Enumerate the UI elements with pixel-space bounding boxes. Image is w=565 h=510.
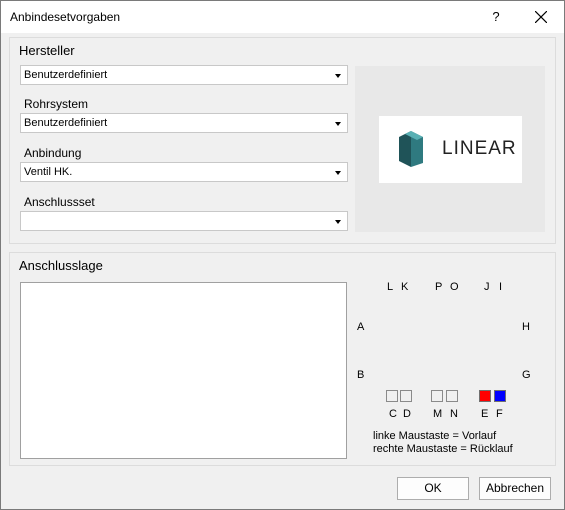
close-button[interactable] [527, 5, 555, 29]
position-label-n: N [450, 408, 458, 420]
chevron-down-icon [335, 74, 341, 78]
chevron-down-icon [335, 122, 341, 126]
position-label-f: F [496, 408, 503, 420]
rohrsystem-combo[interactable]: Benutzerdefiniert [20, 113, 348, 133]
connection-preview-area[interactable] [20, 282, 347, 459]
position-label-b: B [357, 369, 365, 381]
hint-left-mouse: linke Maustaste = Vorlauf [373, 430, 497, 442]
anbindung-combo[interactable]: Ventil HK. [20, 162, 348, 182]
position-label-o: O [450, 281, 459, 293]
position-label-l: L [387, 281, 394, 293]
dialog-window: Anbindesetvorgaben ? Hersteller Benutzer… [0, 0, 565, 510]
rohrsystem-value: Benutzerdefiniert [24, 117, 108, 129]
ok-button[interactable]: OK [397, 477, 469, 500]
dialog-body: Hersteller Benutzerdefiniert Rohrsystem … [1, 33, 564, 509]
close-icon [535, 11, 547, 23]
dialog-title: Anbindesetvorgaben [10, 10, 121, 24]
position-checkbox-d[interactable] [400, 390, 412, 402]
chevron-down-icon [335, 171, 341, 175]
position-label-j: J [484, 281, 490, 293]
position-label-k: K [401, 281, 409, 293]
position-label-p: P [435, 281, 443, 293]
position-checkbox-c[interactable] [386, 390, 398, 402]
position-label-h: H [522, 321, 530, 333]
anschlusslage-group-title: Anschlusslage [19, 258, 103, 273]
chevron-down-icon [335, 220, 341, 224]
logo-text: LINEAR [442, 138, 517, 159]
hersteller-group: Hersteller Benutzerdefiniert Rohrsystem … [9, 37, 556, 244]
linear-logo-icon [399, 131, 423, 167]
position-label-i: I [499, 281, 503, 293]
manufacturer-logo-panel: LINEAR [355, 66, 545, 232]
position-checkbox-n[interactable] [446, 390, 458, 402]
position-label-a: A [357, 321, 365, 333]
position-checkbox-m[interactable] [431, 390, 443, 402]
hersteller-group-title: Hersteller [19, 43, 75, 58]
manufacturer-logo: LINEAR [379, 116, 522, 183]
cancel-button[interactable]: Abbrechen [479, 477, 551, 500]
help-button[interactable]: ? [483, 5, 509, 29]
position-label-m: M [433, 408, 443, 420]
anbindung-label: Anbindung [24, 146, 82, 160]
position-label-d: D [403, 408, 411, 420]
rohrsystem-label: Rohrsystem [24, 97, 89, 111]
position-label-g: G [522, 369, 531, 381]
hint-right-mouse: rechte Maustaste = Rücklauf [373, 443, 513, 455]
anschlussset-combo[interactable] [20, 211, 348, 231]
title-bar: Anbindesetvorgaben ? [1, 1, 564, 33]
position-label-c: C [389, 408, 397, 420]
position-checkbox-e[interactable] [479, 390, 491, 402]
position-checkbox-f[interactable] [494, 390, 506, 402]
position-label-e: E [481, 408, 489, 420]
manufacturer-value: Benutzerdefiniert [24, 69, 108, 81]
anbindung-value: Ventil HK. [24, 166, 73, 178]
anschlussset-label: Anschlussset [24, 195, 95, 209]
manufacturer-combo[interactable]: Benutzerdefiniert [20, 65, 348, 85]
